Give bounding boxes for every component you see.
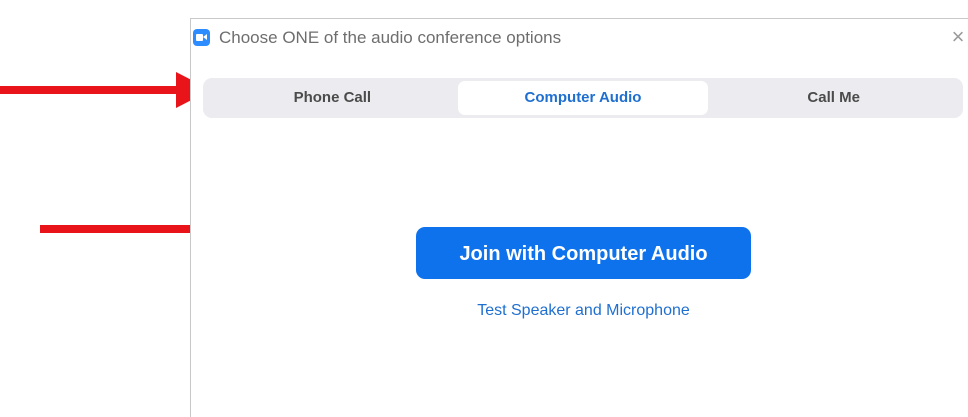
tab-phone-call[interactable]: Phone Call [207,81,458,115]
close-icon[interactable]: × [948,25,968,49]
audio-option-tabs: Phone Call Computer Audio Call Me [203,78,963,118]
tab-call-me[interactable]: Call Me [708,81,959,115]
zoom-camera-icon [193,29,210,46]
audio-options-dialog: Choose ONE of the audio conference optio… [190,18,968,417]
title-bar: Choose ONE of the audio conference optio… [191,19,968,59]
tab-computer-audio[interactable]: Computer Audio [457,81,709,115]
dialog-title: Choose ONE of the audio conference optio… [219,28,562,47]
screenshot-stage: Choose ONE of the audio conference optio… [0,0,968,417]
red-arrow-icon [0,72,211,108]
join-with-computer-audio-button[interactable]: Join with Computer Audio [416,227,751,279]
test-speaker-and-microphone-link[interactable]: Test Speaker and Microphone [416,302,751,320]
